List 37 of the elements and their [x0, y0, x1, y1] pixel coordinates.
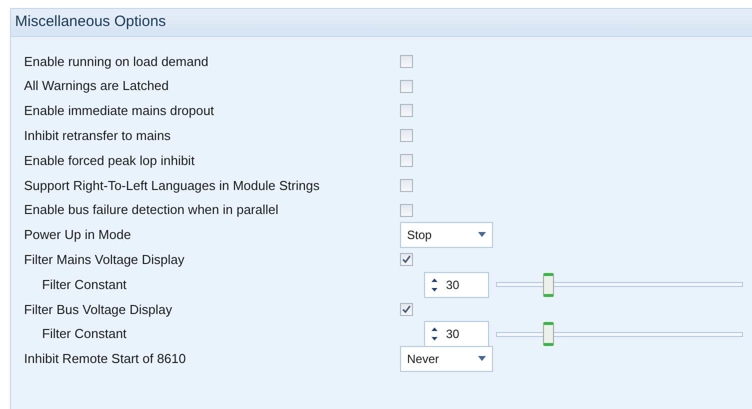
option-label: Enable running on load demand [24, 52, 210, 71]
option-label: Inhibit Remote Start of 8610 [24, 350, 187, 368]
mode-dropdown[interactable]: Never [400, 346, 493, 372]
option-label: Enable bus failure detection when in parallel [24, 201, 280, 220]
checkbox[interactable] [400, 104, 413, 118]
checkbox[interactable] [400, 54, 413, 68]
checkbox[interactable] [400, 80, 413, 93]
dropdown-arrow-icon [478, 232, 486, 238]
checkbox[interactable] [400, 154, 413, 168]
option-label: Filter Bus Voltage Display [24, 300, 174, 319]
mode-dropdown[interactable]: Stop [400, 222, 493, 248]
checkbox[interactable] [400, 302, 413, 316]
panel-title: Miscellaneous Options [15, 12, 166, 32]
option-label: Power Up in Mode [24, 226, 132, 244]
checkbox[interactable] [400, 204, 413, 217]
option-label: Enable immediate mains dropout [24, 102, 216, 120]
checkbox[interactable] [400, 253, 413, 266]
spin-arrows-icon [431, 278, 438, 292]
slider-thumb[interactable] [542, 272, 554, 297]
option-label: Enable forced peak lop inhibit [24, 152, 196, 170]
slider[interactable] [496, 272, 743, 297]
spin-field[interactable]: 30 [424, 272, 489, 298]
dropdown-arrow-icon [478, 356, 486, 362]
slider-thumb[interactable] [542, 322, 554, 346]
option-label: Filter Constant [41, 325, 128, 344]
slider[interactable] [496, 322, 743, 346]
checkmark-icon [402, 304, 411, 314]
spin-field[interactable]: 30 [424, 321, 489, 348]
checkbox[interactable] [400, 129, 413, 142]
option-label: Filter Mains Voltage Display [24, 251, 186, 270]
option-label: Filter Constant [41, 276, 128, 294]
option-label: Support Right-To-Left Languages in Module Strings [24, 176, 321, 195]
checkmark-icon [402, 255, 411, 264]
option-label: Inhibit retransfer to mains [24, 127, 172, 146]
spin-arrows-icon [431, 327, 438, 342]
checkbox[interactable] [400, 178, 413, 192]
option-label: All Warnings are Latched [24, 77, 170, 96]
